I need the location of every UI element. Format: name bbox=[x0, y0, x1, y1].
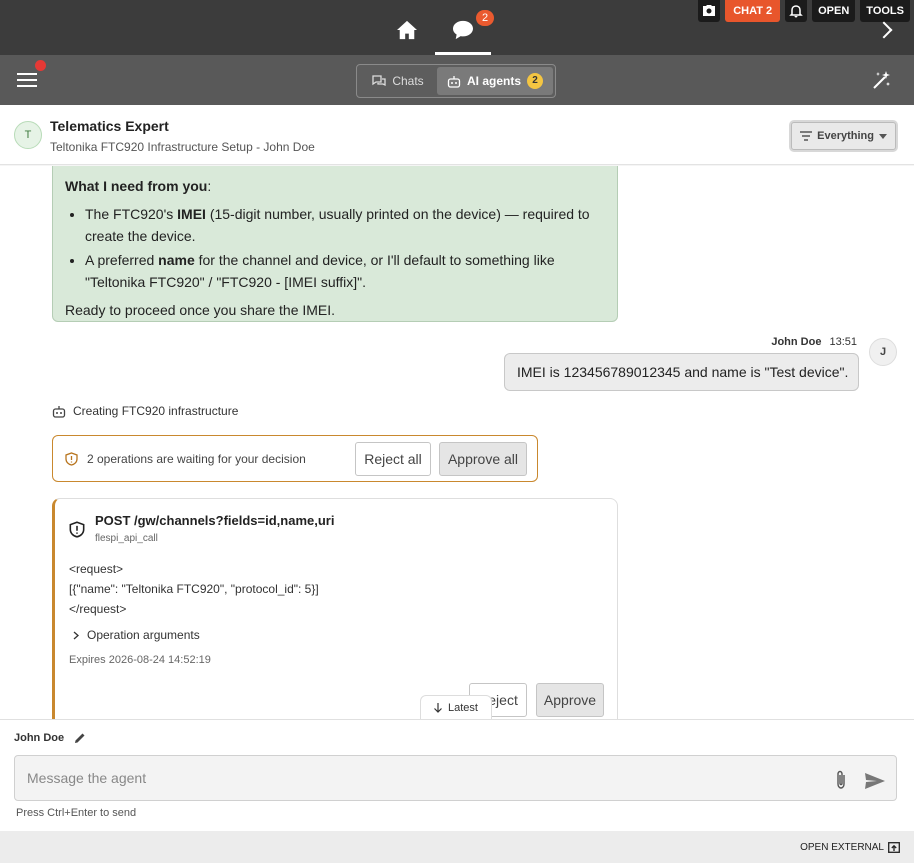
user-avatar: J bbox=[869, 338, 897, 366]
home-tab[interactable] bbox=[379, 8, 435, 52]
pencil-icon[interactable] bbox=[74, 732, 86, 744]
chevron-right-icon[interactable] bbox=[875, 21, 893, 39]
operation-expires: Expires 2026-08-24 14:52:19 bbox=[69, 654, 211, 666]
filter-label: Everything bbox=[817, 130, 874, 142]
magic-wand-icon[interactable] bbox=[872, 70, 892, 95]
chevron-right-icon bbox=[73, 631, 79, 639]
pending-text: 2 operations are waiting for your decisi… bbox=[87, 452, 306, 466]
chats-toggle[interactable]: Chats bbox=[359, 67, 437, 95]
chats-label: Chats bbox=[392, 74, 424, 88]
message-time: 13:51 bbox=[829, 336, 857, 348]
view-switch: Chats AI agents 2 bbox=[356, 64, 556, 98]
arrow-down-icon bbox=[434, 702, 442, 713]
operation-request: <request> [{"name": "Teltonika FTC920", … bbox=[69, 562, 319, 616]
notifications-button[interactable] bbox=[785, 0, 808, 22]
ai-agents-label: AI agents bbox=[466, 74, 521, 88]
ai-agents-badge: 2 bbox=[527, 73, 543, 89]
conversation-title: Teltonika FTC920 Infrastructure Setup - … bbox=[50, 140, 315, 154]
footer: OPEN EXTERNAL bbox=[0, 831, 914, 863]
send-icon[interactable] bbox=[864, 772, 886, 790]
latest-label: Latest bbox=[448, 701, 478, 714]
top-actions: CHAT 2 OPEN TOOLS bbox=[698, 0, 910, 22]
task-label: Creating FTC920 infrastructure bbox=[73, 404, 239, 418]
tools-button[interactable]: TOOLS bbox=[860, 0, 910, 22]
caret-down-icon bbox=[879, 133, 887, 139]
chat-bubble-icon bbox=[453, 20, 473, 40]
approve-all-button[interactable]: Approve all bbox=[439, 442, 527, 476]
list-item: A preferred name for the channel and dev… bbox=[85, 249, 605, 293]
reject-all-button[interactable]: Reject all bbox=[355, 442, 431, 476]
shield-alert-icon bbox=[65, 452, 78, 466]
composer-user-name: John Doe bbox=[14, 732, 65, 744]
composer: John Doe Press Ctrl+Enter to send bbox=[0, 719, 914, 831]
robot-icon bbox=[447, 75, 461, 88]
screenshot-button[interactable] bbox=[698, 0, 721, 22]
operation-tool: flespi_api_call bbox=[95, 533, 158, 544]
external-window-icon bbox=[888, 842, 900, 853]
message-author: John Doe bbox=[771, 336, 822, 348]
operation-title: POST /gw/channels?fields=id,name,uri bbox=[95, 513, 335, 528]
chat-header: T Telematics Expert Teltonika FTC920 Inf… bbox=[0, 105, 914, 165]
shield-alert-icon bbox=[69, 521, 85, 538]
jump-to-latest-button[interactable]: Latest bbox=[420, 695, 492, 719]
agent-message: What I need from you: The FTC920's IMEI … bbox=[52, 166, 618, 322]
operation-card: POST /gw/channels?fields=id,name,uri fle… bbox=[52, 498, 618, 719]
sub-bar: Chats AI agents 2 bbox=[0, 55, 914, 105]
paperclip-icon[interactable] bbox=[833, 770, 849, 790]
robot-icon bbox=[52, 405, 66, 418]
agent-name: Telematics Expert bbox=[50, 118, 169, 134]
bell-icon bbox=[789, 5, 803, 18]
notification-dot bbox=[35, 60, 46, 71]
pending-operations-banner: 2 operations are waiting for your decisi… bbox=[52, 435, 538, 482]
send-hint: Press Ctrl+Enter to send bbox=[16, 807, 137, 819]
user-message: IMEI is 123456789012345 and name is "Tes… bbox=[504, 353, 859, 391]
filter-icon bbox=[800, 131, 813, 141]
camera-icon bbox=[703, 5, 716, 16]
chat-tab[interactable]: 2 bbox=[435, 8, 494, 55]
open-external-link[interactable]: OPEN EXTERNAL bbox=[800, 842, 900, 853]
task-status: Creating FTC920 infrastructure bbox=[52, 404, 238, 418]
open-external-label: OPEN EXTERNAL bbox=[800, 842, 884, 853]
requirements-list: The FTC920's IMEI (15-digit number, usua… bbox=[85, 203, 605, 293]
list-item: The FTC920's IMEI (15-digit number, usua… bbox=[85, 203, 605, 247]
filter-dropdown[interactable]: Everything bbox=[791, 122, 896, 150]
agent-avatar: T bbox=[14, 121, 42, 149]
unread-badge: 2 bbox=[476, 10, 494, 26]
home-icon bbox=[397, 20, 417, 40]
message-meta: John Doe 13:51 bbox=[771, 336, 857, 348]
top-bar: 2 CHAT 2 OPEN TOOLS bbox=[0, 0, 914, 55]
operation-arguments-label: Operation arguments bbox=[87, 628, 200, 642]
approve-button[interactable]: Approve bbox=[536, 683, 604, 717]
message-list[interactable]: What I need from you: The FTC920's IMEI … bbox=[0, 166, 914, 719]
menu-icon[interactable] bbox=[17, 73, 37, 87]
composer-identity: John Doe bbox=[14, 732, 86, 744]
message-heading: What I need from you bbox=[65, 178, 208, 194]
operation-arguments-toggle[interactable]: Operation arguments bbox=[73, 628, 200, 642]
message-closing: Ready to proceed once you share the IMEI… bbox=[65, 302, 336, 318]
message-input[interactable] bbox=[14, 755, 897, 801]
chats-icon bbox=[372, 75, 386, 87]
chat-2-button[interactable]: CHAT 2 bbox=[725, 0, 781, 22]
open-button[interactable]: OPEN bbox=[812, 0, 856, 22]
ai-agents-toggle[interactable]: AI agents 2 bbox=[437, 67, 553, 95]
